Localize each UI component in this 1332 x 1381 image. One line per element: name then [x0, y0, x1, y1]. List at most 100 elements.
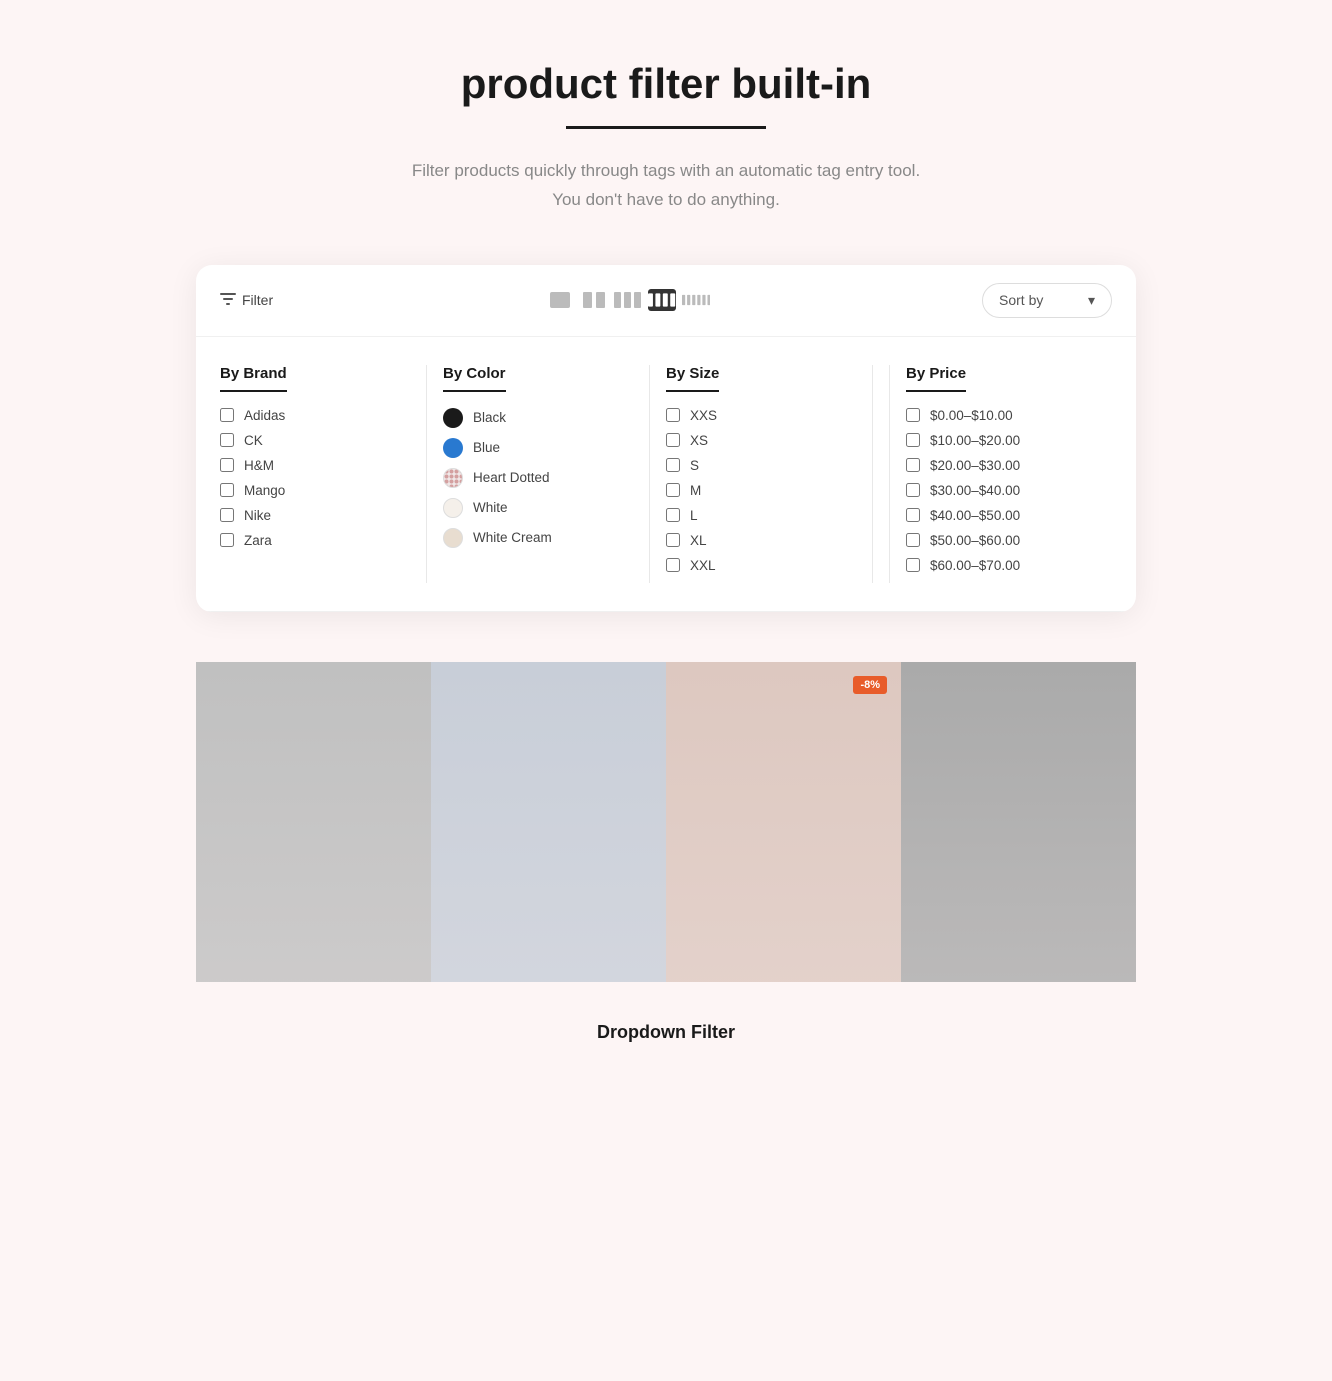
- color-label-1: Blue: [473, 440, 500, 455]
- price-item[interactable]: $10.00–$20.00: [906, 433, 1096, 448]
- brand-checkbox-1[interactable]: [220, 433, 234, 447]
- view-3col-button[interactable]: [614, 289, 642, 311]
- brand-items-list: Adidas CK H&M Mango Nike Zara: [220, 408, 410, 548]
- brand-label-3: Mango: [244, 483, 285, 498]
- size-label-4: L: [690, 508, 698, 523]
- product-card-2[interactable]: [431, 662, 666, 982]
- size-checkbox-3[interactable]: [666, 483, 680, 497]
- filter-panel: By Brand Adidas CK H&M Mango Nike Zara B…: [196, 337, 1136, 612]
- price-checkbox-4[interactable]: [906, 508, 920, 522]
- toolbar: Filter: [196, 265, 1136, 337]
- color-swatch-2: [443, 468, 463, 488]
- size-label-6: XXL: [690, 558, 716, 573]
- color-label-3: White: [473, 500, 508, 515]
- brand-checkbox-5[interactable]: [220, 533, 234, 547]
- brand-item[interactable]: Nike: [220, 508, 410, 523]
- product-card-3[interactable]: -8%: [666, 662, 901, 982]
- color-swatch-4: [443, 528, 463, 548]
- size-label-5: XL: [690, 533, 707, 548]
- size-label-2: S: [690, 458, 699, 473]
- price-item[interactable]: $60.00–$70.00: [906, 558, 1096, 573]
- price-checkbox-0[interactable]: [906, 408, 920, 422]
- size-item[interactable]: L: [666, 508, 856, 523]
- price-label-6: $60.00–$70.00: [930, 558, 1020, 573]
- color-items-list: Black Blue Heart Dotted White White Cream: [443, 408, 633, 548]
- price-checkbox-5[interactable]: [906, 533, 920, 547]
- color-item[interactable]: White: [443, 498, 633, 518]
- size-label-3: M: [690, 483, 701, 498]
- products-grid: -8%: [196, 662, 1136, 982]
- discount-badge: -8%: [853, 676, 887, 694]
- view-1col-button[interactable]: [546, 289, 574, 311]
- sort-label: Sort by: [999, 292, 1043, 308]
- size-checkbox-2[interactable]: [666, 458, 680, 472]
- color-item[interactable]: White Cream: [443, 528, 633, 548]
- color-item[interactable]: Blue: [443, 438, 633, 458]
- brand-label-4: Nike: [244, 508, 271, 523]
- size-checkbox-1[interactable]: [666, 433, 680, 447]
- brand-item[interactable]: Mango: [220, 483, 410, 498]
- product-card-4[interactable]: [901, 662, 1136, 982]
- price-item[interactable]: $40.00–$50.00: [906, 508, 1096, 523]
- brand-checkbox-4[interactable]: [220, 508, 234, 522]
- color-item[interactable]: Heart Dotted: [443, 468, 633, 488]
- price-label-3: $30.00–$40.00: [930, 483, 1020, 498]
- size-item[interactable]: XL: [666, 533, 856, 548]
- size-checkbox-6[interactable]: [666, 558, 680, 572]
- view-2col-button[interactable]: [580, 289, 608, 311]
- size-item[interactable]: M: [666, 483, 856, 498]
- product-card-1[interactable]: [196, 662, 431, 982]
- filter-brand-section: By Brand Adidas CK H&M Mango Nike Zara: [220, 365, 427, 583]
- size-checkbox-0[interactable]: [666, 408, 680, 422]
- color-swatch-0: [443, 408, 463, 428]
- color-item[interactable]: Black: [443, 408, 633, 428]
- size-item[interactable]: XXS: [666, 408, 856, 423]
- price-checkbox-2[interactable]: [906, 458, 920, 472]
- size-checkbox-5[interactable]: [666, 533, 680, 547]
- section-caption: Dropdown Filter: [597, 1022, 735, 1043]
- brand-checkbox-2[interactable]: [220, 458, 234, 472]
- chevron-down-icon: ▾: [1088, 292, 1095, 309]
- price-checkbox-1[interactable]: [906, 433, 920, 447]
- price-label-2: $20.00–$30.00: [930, 458, 1020, 473]
- filter-price-heading: By Price: [906, 365, 966, 392]
- brand-item[interactable]: Adidas: [220, 408, 410, 423]
- view-4col-button[interactable]: [648, 289, 676, 311]
- price-item[interactable]: $20.00–$30.00: [906, 458, 1096, 473]
- price-item[interactable]: $50.00–$60.00: [906, 533, 1096, 548]
- price-item[interactable]: $30.00–$40.00: [906, 483, 1096, 498]
- brand-checkbox-3[interactable]: [220, 483, 234, 497]
- brand-item[interactable]: CK: [220, 433, 410, 448]
- sort-dropdown[interactable]: Sort by ▾: [982, 283, 1112, 318]
- brand-item[interactable]: H&M: [220, 458, 410, 473]
- filter-label: Filter: [242, 292, 273, 308]
- page-subtitle: Filter products quickly through tags wit…: [412, 157, 920, 215]
- filter-color-section: By Color Black Blue Heart Dotted White White…: [443, 365, 650, 583]
- size-item[interactable]: S: [666, 458, 856, 473]
- filter-color-heading: By Color: [443, 365, 506, 392]
- size-checkbox-4[interactable]: [666, 508, 680, 522]
- size-item[interactable]: XS: [666, 433, 856, 448]
- filter-button[interactable]: Filter: [220, 292, 273, 309]
- price-item[interactable]: $0.00–$10.00: [906, 408, 1096, 423]
- price-checkbox-3[interactable]: [906, 483, 920, 497]
- price-checkbox-6[interactable]: [906, 558, 920, 572]
- brand-label-1: CK: [244, 433, 263, 448]
- brand-label-5: Zara: [244, 533, 272, 548]
- size-item[interactable]: XXL: [666, 558, 856, 573]
- color-label-4: White Cream: [473, 530, 552, 545]
- color-swatch-3: [443, 498, 463, 518]
- page-title: product filter built-in: [461, 60, 872, 108]
- size-items-list: XXS XS S M L XL XXL: [666, 408, 856, 573]
- view-6col-button[interactable]: [682, 289, 710, 311]
- brand-checkbox-0[interactable]: [220, 408, 234, 422]
- price-label-1: $10.00–$20.00: [930, 433, 1020, 448]
- filter-demo-container: Filter: [196, 265, 1136, 612]
- view-toggle-group: [546, 289, 710, 311]
- title-underline: [566, 126, 766, 129]
- filter-brand-heading: By Brand: [220, 365, 287, 392]
- price-label-5: $50.00–$60.00: [930, 533, 1020, 548]
- filter-size-section: By Size XXS XS S M L XL XXL: [666, 365, 873, 583]
- brand-item[interactable]: Zara: [220, 533, 410, 548]
- color-label-0: Black: [473, 410, 506, 425]
